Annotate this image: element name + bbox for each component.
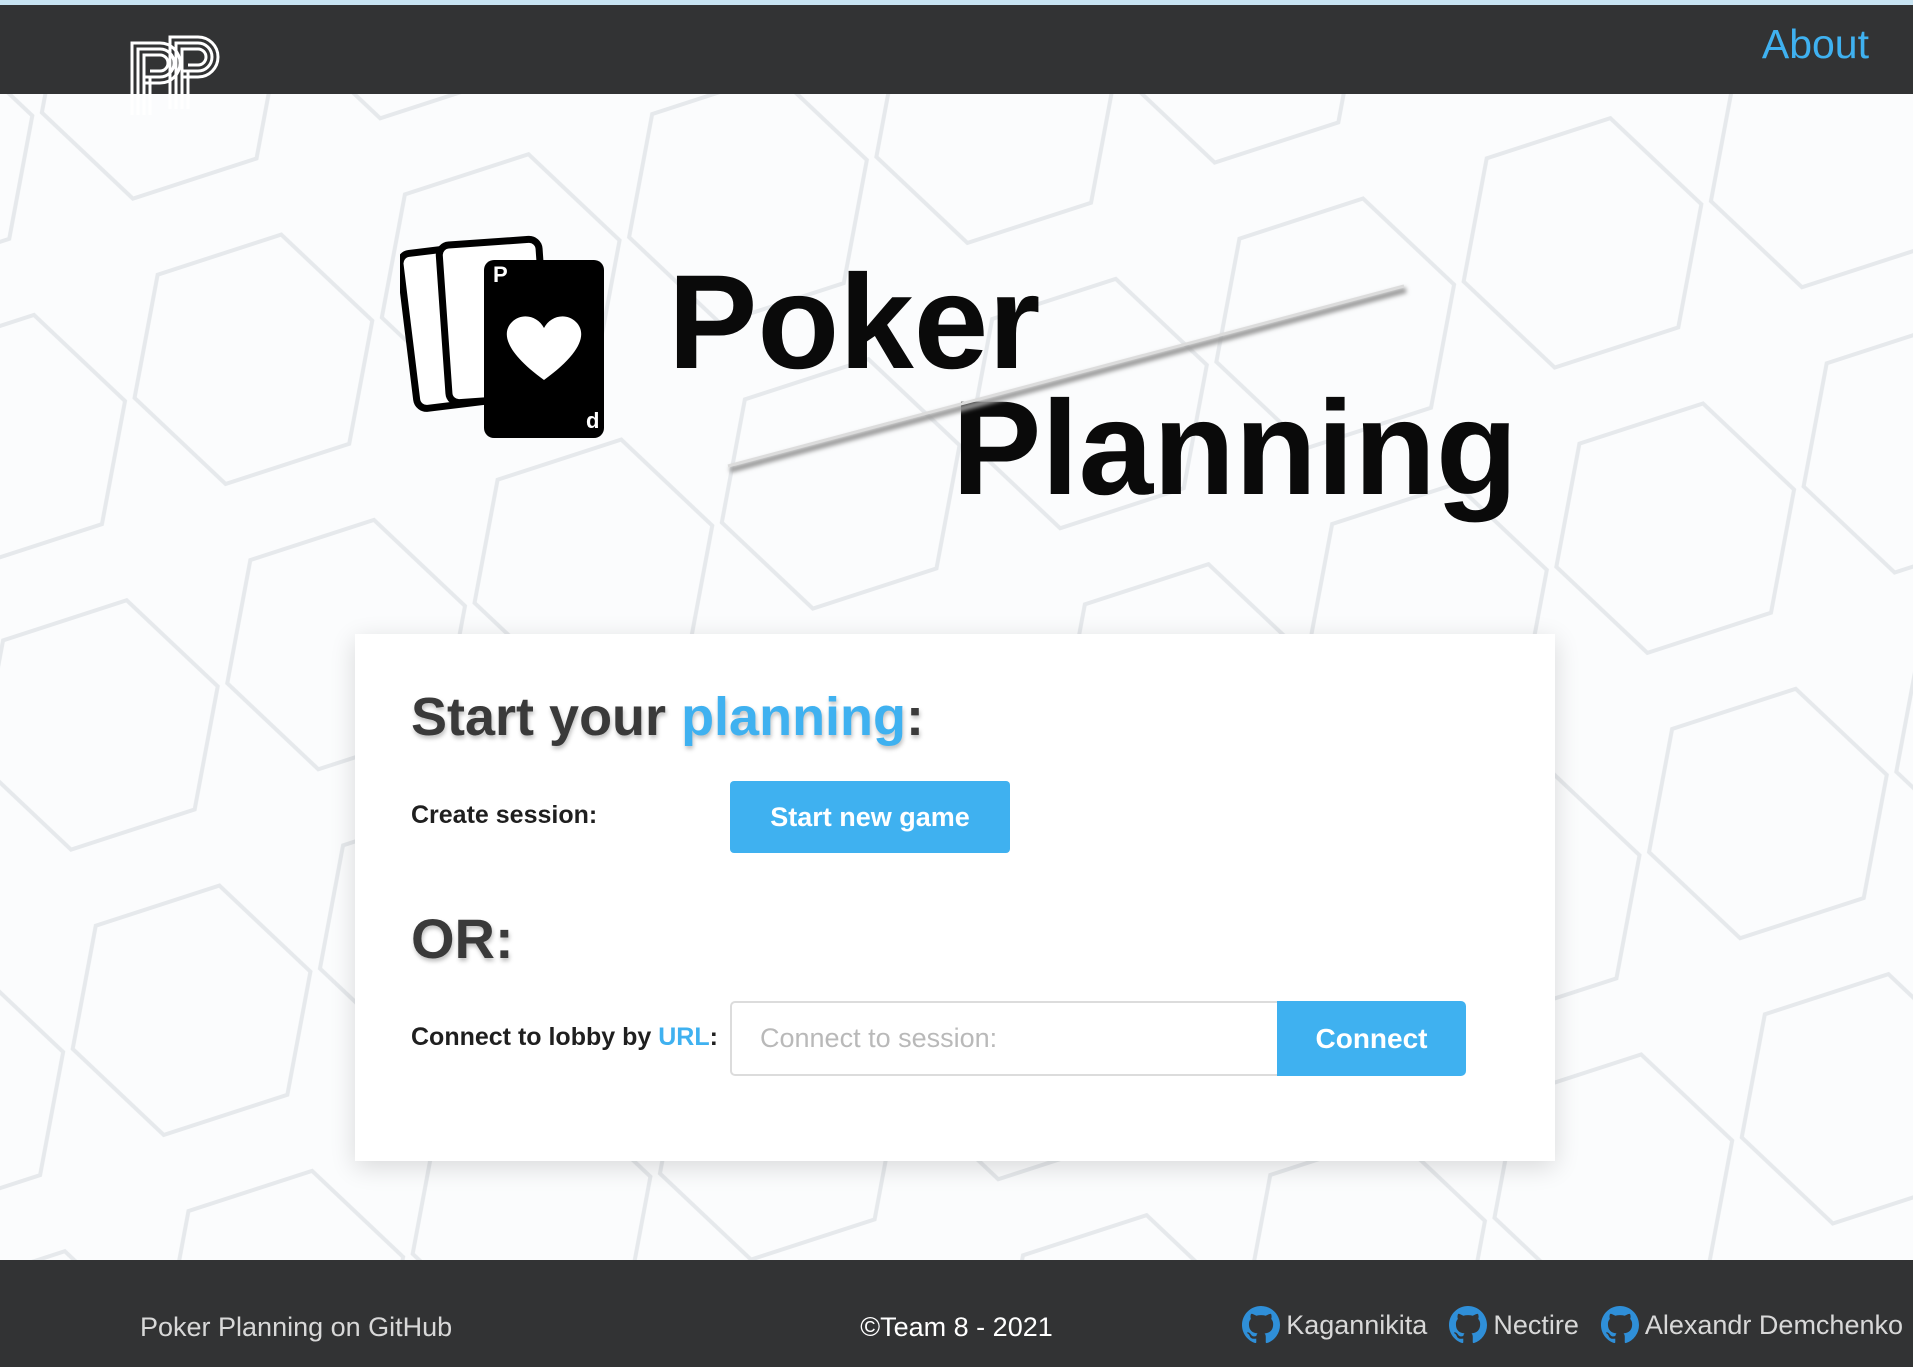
hero-logo: P d Poker Planning (396, 230, 1530, 540)
svg-text:d: d (586, 408, 599, 433)
start-planning-card: Start your planning: Create session: Sta… (355, 634, 1555, 1161)
top-navbar: About (0, 5, 1913, 115)
poker-planning-logo: P d Poker Planning (396, 235, 1518, 523)
authors-list: Kagannikita Nectire Alexandr Demchenko (1242, 1306, 1903, 1344)
github-icon (1449, 1306, 1488, 1344)
github-icon (1242, 1306, 1281, 1344)
hero-title-planning: Planning (952, 374, 1518, 523)
playing-cards-icon: P d (396, 235, 604, 438)
author-name: Alexandr Demchenko (1644, 1309, 1903, 1340)
pp-logo-icon (130, 35, 220, 115)
svg-text:P: P (493, 262, 508, 287)
author-name: Kagannikita (1286, 1309, 1428, 1340)
author-name: Nectire (1493, 1309, 1579, 1340)
github-repo-link[interactable]: Poker Planning on GitHub (140, 1312, 452, 1343)
author-link-kagannikita[interactable]: Kagannikita (1242, 1306, 1427, 1344)
footer: Poker Planning on GitHub ©Team 8 - 2021 … (0, 1260, 1913, 1367)
about-link[interactable]: About (1762, 21, 1869, 68)
github-icon (1600, 1306, 1639, 1344)
card-heading: Start your planning: (411, 687, 925, 747)
brand-logo[interactable] (126, 31, 248, 121)
author-link-demchenko[interactable]: Alexandr Demchenko (1600, 1306, 1903, 1344)
start-new-game-button[interactable]: Start new game (730, 781, 1010, 853)
author-link-nectire[interactable]: Nectire (1449, 1306, 1579, 1344)
window-top-strip (0, 0, 1913, 5)
connect-by-url-label: Connect to lobby by URL: (411, 1023, 718, 1051)
create-session-label: Create session: (411, 801, 598, 829)
session-url-input[interactable] (730, 1001, 1285, 1076)
connect-button[interactable]: Connect (1277, 1001, 1466, 1076)
or-heading: OR: (411, 907, 514, 970)
